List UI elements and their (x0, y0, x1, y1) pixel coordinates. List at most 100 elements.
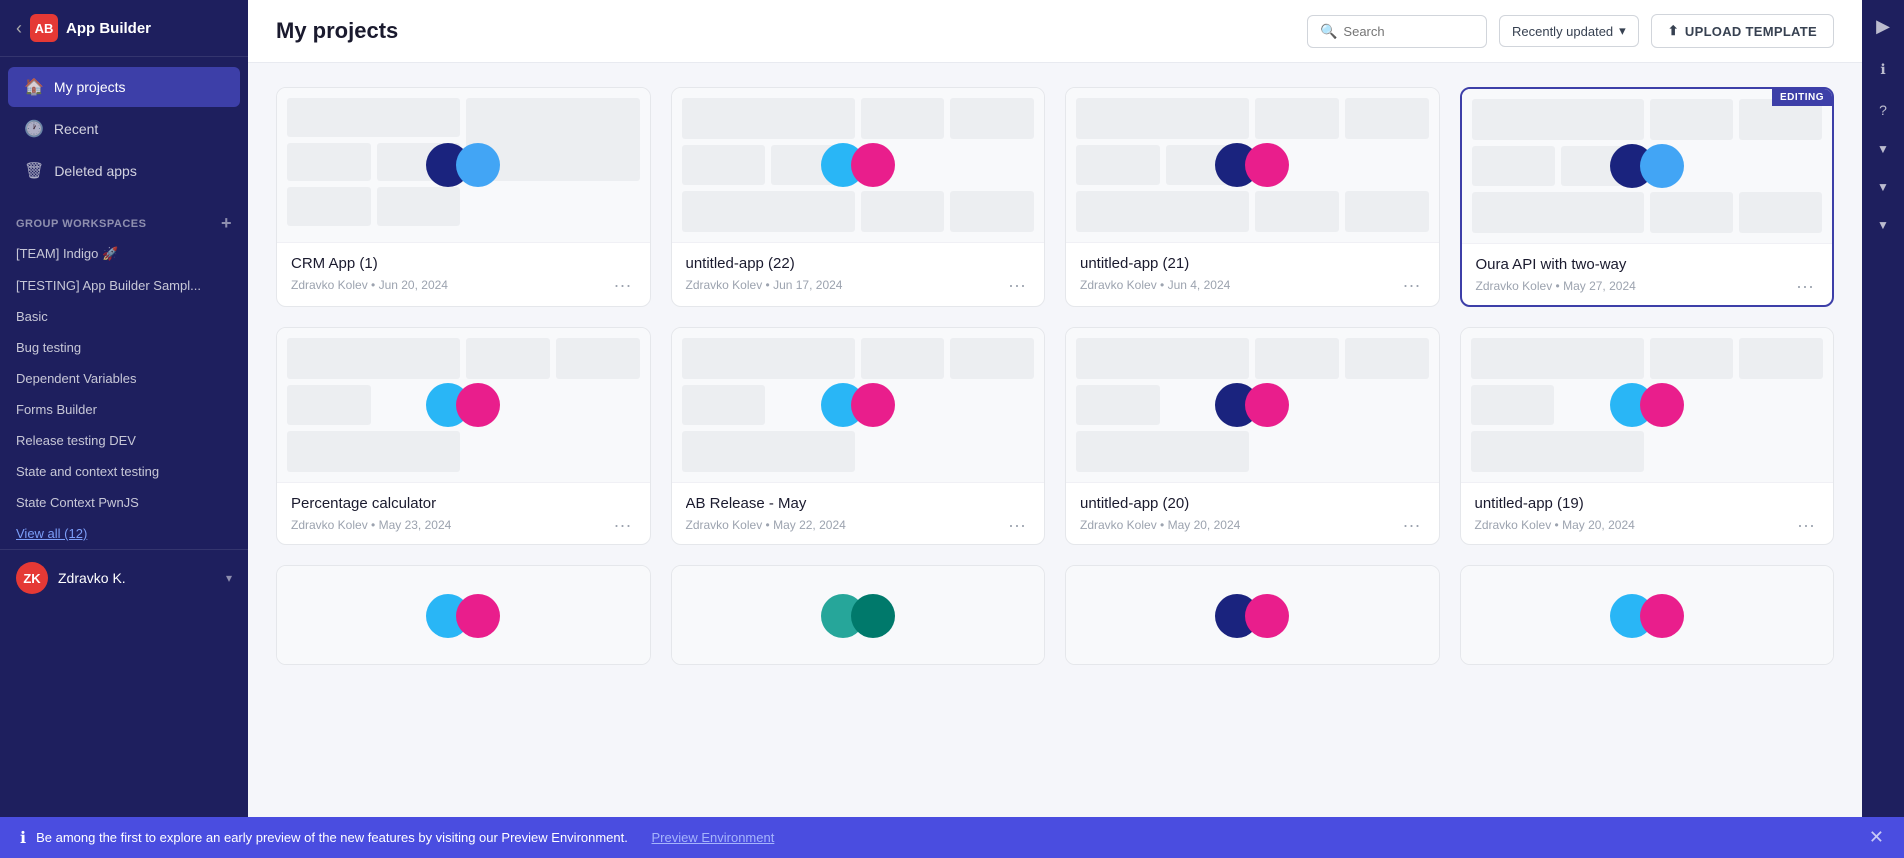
workspace-item-basic[interactable]: Basic (0, 301, 248, 332)
back-icon[interactable]: ‹ (16, 18, 22, 39)
project-card-untitled-19[interactable]: untitled-app (19) Zdravko Kolev • May 20… (1460, 327, 1835, 545)
collapse-icon-1[interactable]: ▼ (1871, 136, 1895, 162)
page-title: My projects (276, 18, 1295, 44)
card-thumbnail (1066, 566, 1439, 665)
card-more-button[interactable]: ··· (1004, 516, 1030, 534)
card-meta: Zdravko Kolev • May 27, 2024 (1476, 279, 1636, 293)
project-card-percentage-calc[interactable]: Percentage calculator Zdravko Kolev • Ma… (276, 327, 651, 545)
icon-circle-right (1245, 143, 1289, 187)
project-card-row3-4[interactable] (1460, 565, 1835, 665)
add-workspace-button[interactable]: + (221, 213, 232, 234)
project-card-row3-3[interactable] (1065, 565, 1440, 665)
card-display-name: Percentage calculator (291, 495, 636, 512)
project-card-crm-app-1[interactable]: CRM App (1) Zdravko Kolev • Jun 20, 2024… (276, 87, 651, 307)
card-thumbnail: EDITING (1462, 89, 1833, 244)
card-thumbnail (1066, 88, 1439, 243)
card-display-name: AB Release - May (686, 495, 1031, 512)
card-meta: Zdravko Kolev • Jun 20, 2024 (291, 278, 448, 292)
project-card-untitled-21[interactable]: untitled-app (21) Zdravko Kolev • Jun 4,… (1065, 87, 1440, 307)
card-body: Percentage calculator Zdravko Kolev • Ma… (277, 483, 650, 544)
icon-circle-right (1640, 144, 1684, 188)
workspace-item-release-testing-dev[interactable]: Release testing DEV (0, 425, 248, 456)
card-display-name: CRM App (1) (291, 255, 636, 272)
card-footer: Zdravko Kolev • May 20, 2024 ··· (1475, 516, 1820, 534)
card-thumbnail (672, 328, 1045, 483)
user-profile[interactable]: ZK Zdravko K. ▾ (0, 549, 248, 606)
app-icon (1215, 594, 1289, 638)
icon-circle-right (1640, 383, 1684, 427)
sidebar: ‹ AB App Builder 🏠 My projects 🕐 Recent … (0, 0, 248, 858)
sidebar-item-deleted[interactable]: 🗑 Deleted apps (8, 151, 240, 191)
card-more-button[interactable]: ··· (1793, 516, 1819, 534)
upload-icon: ⬆ (1668, 23, 1679, 39)
project-card-ab-release-may[interactable]: AB Release - May Zdravko Kolev • May 22,… (671, 327, 1046, 545)
card-display-name: untitled-app (21) (1080, 255, 1425, 272)
notification-icon: ℹ (20, 828, 26, 848)
app-icon (821, 594, 895, 638)
sidebar-item-label: Recent (54, 121, 98, 137)
workspace-item-state-context-testing[interactable]: State and context testing (0, 456, 248, 487)
card-meta: Zdravko Kolev • May 20, 2024 (1475, 518, 1635, 532)
app-icon (426, 383, 500, 427)
sidebar-header: ‹ AB App Builder (0, 0, 248, 57)
workspace-item-forms-builder[interactable]: Forms Builder (0, 394, 248, 425)
clock-icon: 🕐 (24, 119, 44, 139)
workspace-item-state-context-pwnjs[interactable]: State Context PwnJS (0, 487, 248, 518)
project-card-untitled-20[interactable]: untitled-app (20) Zdravko Kolev • May 20… (1065, 327, 1440, 545)
card-more-button[interactable]: ··· (1399, 516, 1425, 534)
workspace-item-dependent-variables[interactable]: Dependent Variables (0, 363, 248, 394)
project-card-row3-2[interactable] (671, 565, 1046, 665)
sort-dropdown[interactable]: Recently updated ▾ (1499, 15, 1639, 47)
play-icon[interactable]: ▶ (1870, 10, 1896, 43)
search-box[interactable]: 🔍 (1307, 15, 1487, 48)
collapse-icon-3[interactable]: ▼ (1871, 212, 1895, 238)
app-icon (426, 143, 500, 187)
project-card-untitled-22[interactable]: untitled-app (22) Zdravko Kolev • Jun 17… (671, 87, 1046, 307)
card-body: untitled-app (22) Zdravko Kolev • Jun 17… (672, 243, 1045, 304)
project-card-oura-api[interactable]: EDITING Oura API with two-way Zdravko Ko… (1460, 87, 1835, 307)
sidebar-item-my-projects[interactable]: 🏠 My projects (8, 67, 240, 107)
projects-content-area: CRM App (1) Zdravko Kolev • Jun 20, 2024… (248, 63, 1862, 858)
card-body: Oura API with two-way Zdravko Kolev • Ma… (1462, 244, 1833, 305)
card-more-button[interactable]: ··· (610, 516, 636, 534)
card-body: CRM App (1) Zdravko Kolev • Jun 20, 2024… (277, 243, 650, 304)
icon-circle-right (1245, 594, 1289, 638)
card-thumbnail (277, 88, 650, 243)
workspace-item-testing-sample[interactable]: [TESTING] App Builder Sampl... (0, 270, 248, 301)
card-display-name: Oura API with two-way (1476, 256, 1819, 273)
card-more-button[interactable]: ··· (1004, 276, 1030, 294)
collapse-icon-2[interactable]: ▼ (1871, 174, 1895, 200)
home-icon: 🏠 (24, 77, 44, 97)
workspace-item-bug-testing[interactable]: Bug testing (0, 332, 248, 363)
card-more-button[interactable]: ··· (1399, 276, 1425, 294)
search-input[interactable] (1343, 24, 1463, 39)
right-panel: ▶ ℹ ? ▼ ▼ ▼ (1862, 0, 1904, 858)
card-footer: Zdravko Kolev • May 22, 2024 ··· (686, 516, 1031, 534)
workspace-item-team-indigo[interactable]: [TEAM] Indigo 🚀 (0, 238, 248, 270)
main-content: My projects 🔍 Recently updated ▾ ⬆ UPLOA… (248, 0, 1862, 858)
card-more-button[interactable]: ··· (1792, 277, 1818, 295)
group-workspaces-header: GROUP WORKSPACES + (0, 201, 248, 238)
main-header: My projects 🔍 Recently updated ▾ ⬆ UPLOA… (248, 0, 1862, 63)
card-footer: Zdravko Kolev • May 20, 2024 ··· (1080, 516, 1425, 534)
upload-template-button[interactable]: ⬆ UPLOAD TEMPLATE (1651, 14, 1834, 48)
view-all-workspaces[interactable]: View all (12) (0, 518, 248, 549)
icon-circle-right (456, 383, 500, 427)
notification-bar: ℹ Be among the first to explore an early… (0, 817, 1904, 858)
app-icon (426, 594, 500, 638)
card-meta: Zdravko Kolev • Jun 17, 2024 (686, 278, 843, 292)
card-more-button[interactable]: ··· (610, 276, 636, 294)
trash-icon: 🗑 (24, 161, 44, 181)
notification-link[interactable]: Preview Environment (652, 830, 775, 845)
icon-circle-right (456, 594, 500, 638)
card-footer: Zdravko Kolev • Jun 20, 2024 ··· (291, 276, 636, 294)
user-menu-chevron-icon: ▾ (226, 571, 232, 585)
sidebar-item-recent[interactable]: 🕐 Recent (8, 109, 240, 149)
info-icon[interactable]: ℹ (1874, 55, 1891, 84)
card-thumbnail (1066, 328, 1439, 483)
notification-close-button[interactable]: ✕ (1869, 827, 1884, 848)
app-icon (821, 383, 895, 427)
icon-circle-right (1245, 383, 1289, 427)
project-card-row3-1[interactable] (276, 565, 651, 665)
help-icon[interactable]: ? (1873, 96, 1893, 124)
